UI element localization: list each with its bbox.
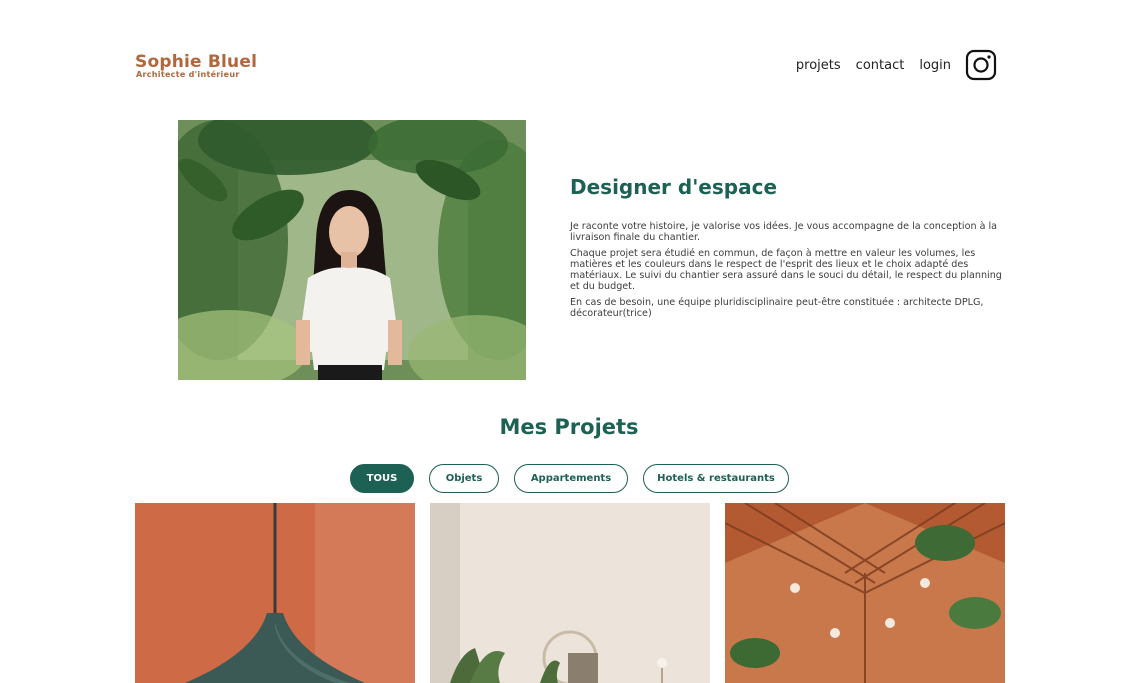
filter-appartements-button[interactable]: Appartements [514, 464, 628, 493]
nav-link-projets[interactable]: projets [796, 58, 841, 73]
portrait-image [178, 120, 526, 380]
project-card[interactable] [135, 503, 415, 683]
instagram-icon[interactable] [965, 49, 997, 81]
project-image [725, 503, 1005, 683]
intro-paragraph: Je raconte votre histoire, je valorise v… [570, 221, 998, 243]
intro-title: Designer d'espace [570, 175, 778, 199]
filter-bar: TOUS Objets Appartements Hotels & restau… [350, 464, 789, 494]
project-card[interactable] [430, 503, 710, 683]
logo-subtitle: Architecte d'intérieur [136, 70, 240, 79]
logo-title[interactable]: Sophie Bluel [135, 52, 257, 72]
site-header: Sophie Bluel Architecte d'intérieur proj… [135, 48, 1005, 88]
filter-hotels-button[interactable]: Hotels & restaurants [643, 464, 789, 493]
project-card[interactable] [725, 503, 1005, 683]
nav-link-contact[interactable]: contact [856, 58, 905, 73]
nav-link-login[interactable]: login [919, 58, 951, 73]
project-image [135, 503, 415, 683]
project-gallery [135, 503, 1005, 683]
intro-paragraph: En cas de besoin, une équipe pluridiscip… [570, 297, 984, 319]
intro-section: Designer d'espace Je raconte votre histo… [570, 175, 1006, 324]
filter-all-button[interactable]: TOUS [350, 464, 414, 493]
main-nav: projets contact login [781, 48, 997, 82]
projects-title: Mes Projets [499, 415, 639, 439]
filter-objets-button[interactable]: Objets [429, 464, 499, 493]
project-image [430, 503, 710, 683]
intro-paragraph: Chaque projet sera étudié en commun, de … [570, 248, 1002, 292]
